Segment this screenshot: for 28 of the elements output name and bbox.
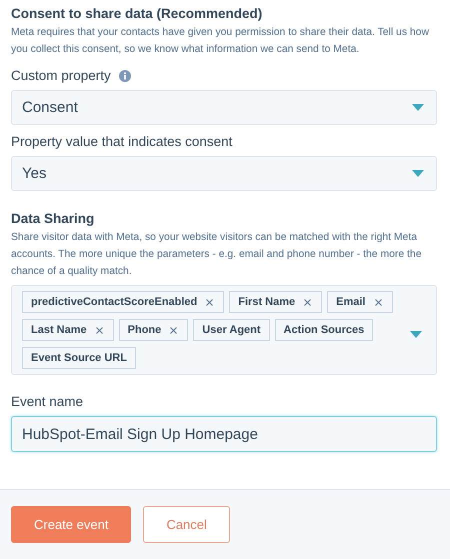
info-icon <box>118 70 131 82</box>
select-field[interactable]: Yes <box>11 156 437 191</box>
close-icon[interactable] <box>168 324 180 336</box>
caret-icon <box>410 331 422 338</box>
section-title: Data Sharing <box>11 211 96 226</box>
tag: Event Source URL <box>22 347 136 369</box>
tag: Phone <box>118 319 188 341</box>
tag: Email <box>327 291 392 313</box>
section-title: Consent to share data (Recommended) <box>11 6 264 21</box>
tag: Last Name <box>22 319 114 341</box>
section-description: Share visitor data with Meta, so your website visitors can be matched with the right Meta accounts. The more unique the parameters - e.g. email and phone number - the more the chance of a quality match. <box>11 231 422 279</box>
tag: predictiveContactScoreEnabled <box>22 291 224 313</box>
caret-icon <box>412 104 424 111</box>
tag: User Agent <box>193 319 270 341</box>
field-label: Property value that indicates consent <box>11 134 232 149</box>
multi-select-field[interactable]: predictiveContactScoreEnabled First Name Email Last Name Phone User Agent Action Sources Event Source URL <box>11 285 437 375</box>
input-field[interactable]: HubSpot-Email Sign Up Homepage <box>11 416 437 452</box>
close-icon[interactable] <box>94 324 105 336</box>
close-icon[interactable] <box>302 296 314 308</box>
field-label: Custom property <box>11 68 111 83</box>
tag: First Name <box>229 291 322 313</box>
select-field[interactable]: Consent <box>11 90 437 125</box>
tag: Action Sources <box>274 319 374 341</box>
field-label: Event name <box>11 394 84 409</box>
close-icon[interactable] <box>204 296 216 308</box>
caret-icon <box>412 170 424 177</box>
section-description: Meta requires that your contacts have given you permission to share their data. Tell us how you collect this consent, so we know what information we can send to Meta. <box>11 26 430 57</box>
close-icon[interactable] <box>372 296 384 308</box>
